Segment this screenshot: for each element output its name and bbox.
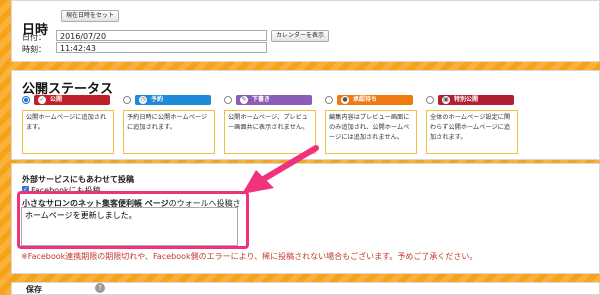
facebook-warning-text: ※Facebook連携期限の期限切れや、Facebook側のエラーにより、稀に投… bbox=[21, 252, 478, 261]
check-icon: ✓ bbox=[38, 96, 46, 104]
status-pill: ✎ 下書き bbox=[236, 95, 312, 105]
help-icon[interactable]: ? bbox=[95, 283, 105, 293]
status-radio[interactable] bbox=[426, 96, 434, 104]
status-description: 編集内容はプレビュー画面にのみ追加され、公開ホームページには追加されません。 bbox=[325, 110, 417, 154]
status-pill: ◷ 予約 bbox=[135, 95, 211, 105]
external-services-title: 外部サービスにもあわせて投稿 bbox=[22, 175, 134, 184]
show-calendar-button[interactable]: カレンダーを表示 bbox=[271, 30, 330, 42]
status-description: 公開ホームページに追加されます。 bbox=[22, 110, 114, 154]
save-panel: 保存 ? bbox=[11, 282, 600, 295]
datetime-panel: 現在日時をセット 日時 日付： 2016/07/20 カレンダーを表示 時刻： … bbox=[11, 0, 600, 62]
status-pill: ▣ 特別公開 bbox=[438, 95, 514, 105]
status-pill: ✓ 公開 bbox=[34, 95, 110, 105]
set-current-datetime-button[interactable]: 現在日時をセット bbox=[61, 10, 120, 22]
date-label: 日付： bbox=[22, 33, 46, 42]
highlight-box bbox=[17, 191, 249, 249]
status-radio[interactable] bbox=[123, 96, 131, 104]
save-panel-title: 保存 bbox=[26, 285, 42, 294]
date-field[interactable]: 2016/07/20 bbox=[56, 30, 267, 41]
person-icon: ● bbox=[341, 96, 349, 104]
pencil-icon: ✎ bbox=[240, 96, 248, 104]
status-radio[interactable] bbox=[325, 96, 333, 104]
lock-icon: ▣ bbox=[442, 96, 450, 104]
status-radio[interactable] bbox=[224, 96, 232, 104]
time-label: 時刻： bbox=[22, 45, 46, 54]
status-description: 予約日時に公開ホームページに追加されます。 bbox=[123, 110, 215, 154]
clock-icon: ◷ bbox=[139, 96, 147, 104]
status-pill: ● 承認待ち bbox=[337, 95, 413, 105]
status-description: 全体のホームページ設定に関わらず公開ホームページに追加されます。 bbox=[426, 110, 518, 154]
annotation-arrow-icon bbox=[242, 145, 319, 194]
status-radio[interactable] bbox=[22, 96, 30, 104]
time-field[interactable]: 11:42:43 bbox=[56, 42, 267, 53]
